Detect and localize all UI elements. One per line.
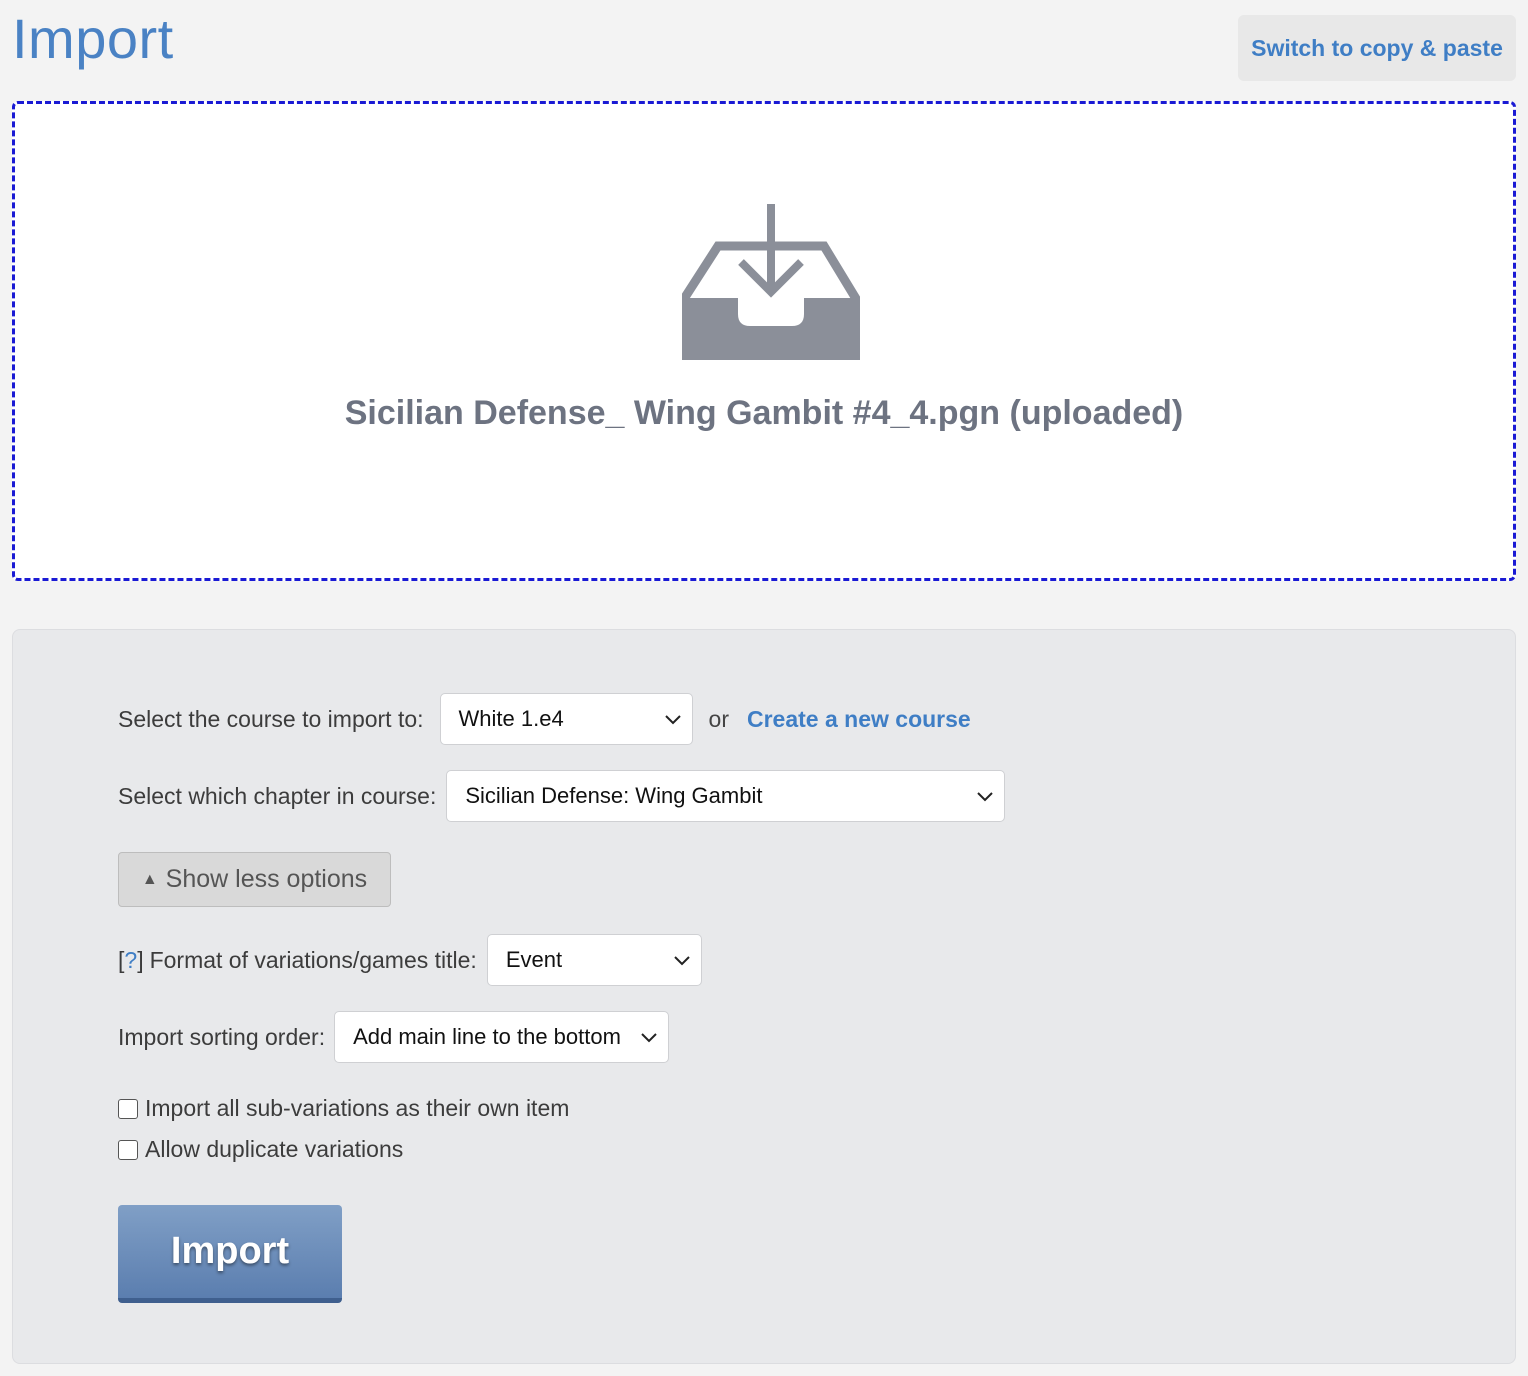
create-new-course-link[interactable]: Create a new course [747, 706, 971, 733]
uploaded-filename: Sicilian Defense_ Wing Gambit #4_4.pgn (… [344, 394, 1184, 432]
inbox-download-icon [682, 204, 860, 360]
or-text: or [708, 705, 729, 732]
course-select-value: White 1.e4 [458, 706, 564, 731]
chapter-select[interactable]: Sicilian Defense: Wing Gambit [446, 770, 1006, 822]
chapter-select-value: Sicilian Defense: Wing Gambit [465, 783, 763, 808]
sub-variations-label[interactable]: Import all sub-variations as their own i… [145, 1095, 569, 1122]
sub-variations-checkbox[interactable] [118, 1098, 138, 1119]
show-less-options-button[interactable]: ▲ Show less options [118, 852, 391, 907]
triangle-up-icon: ▲ [141, 870, 158, 888]
chevron-down-icon [664, 715, 681, 725]
title-format-select-value: Event [505, 947, 563, 972]
course-label: Select the course to import to: [118, 705, 424, 732]
help-question-link[interactable]: ? [124, 947, 137, 973]
chevron-down-icon [641, 1033, 657, 1043]
duplicate-variations-label[interactable]: Allow duplicate variations [145, 1136, 403, 1163]
chapter-label: Select which chapter in course: [118, 782, 437, 809]
show-less-options-label: Show less options [165, 865, 368, 893]
sort-order-select-value: Add main line to the bottom [353, 1024, 621, 1049]
title-format-label: Format of variations/games title: [149, 946, 477, 973]
title-format-row: [?] Format of variations/games title: Ev… [118, 934, 702, 986]
sort-order-select[interactable]: Add main line to the bottom [334, 1011, 670, 1063]
course-select[interactable]: White 1.e4 [439, 693, 693, 745]
file-dropzone[interactable]: Sicilian Defense_ Wing Gambit #4_4.pgn (… [12, 101, 1516, 581]
chevron-down-icon [977, 792, 994, 802]
chevron-down-icon [674, 956, 690, 966]
duplicate-variations-checkbox-row[interactable]: Allow duplicate variations [118, 1136, 403, 1163]
page-title: Import [12, 7, 174, 70]
chapter-row: Select which chapter in course: Sicilian… [118, 770, 1006, 822]
sort-order-row: Import sorting order: Add main line to t… [118, 1011, 670, 1063]
import-options-panel: Select the course to import to: White 1.… [12, 629, 1516, 1364]
import-button[interactable]: Import [118, 1205, 342, 1303]
sub-variations-checkbox-row[interactable]: Import all sub-variations as their own i… [118, 1095, 569, 1122]
duplicate-variations-checkbox[interactable] [118, 1139, 138, 1160]
help-link: [?] [118, 946, 144, 973]
title-format-select[interactable]: Event [486, 934, 702, 986]
course-row: Select the course to import to: White 1.… [118, 693, 971, 745]
sort-order-label: Import sorting order: [118, 1023, 326, 1050]
switch-to-copy-paste-button[interactable]: Switch to copy & paste [1238, 15, 1516, 81]
